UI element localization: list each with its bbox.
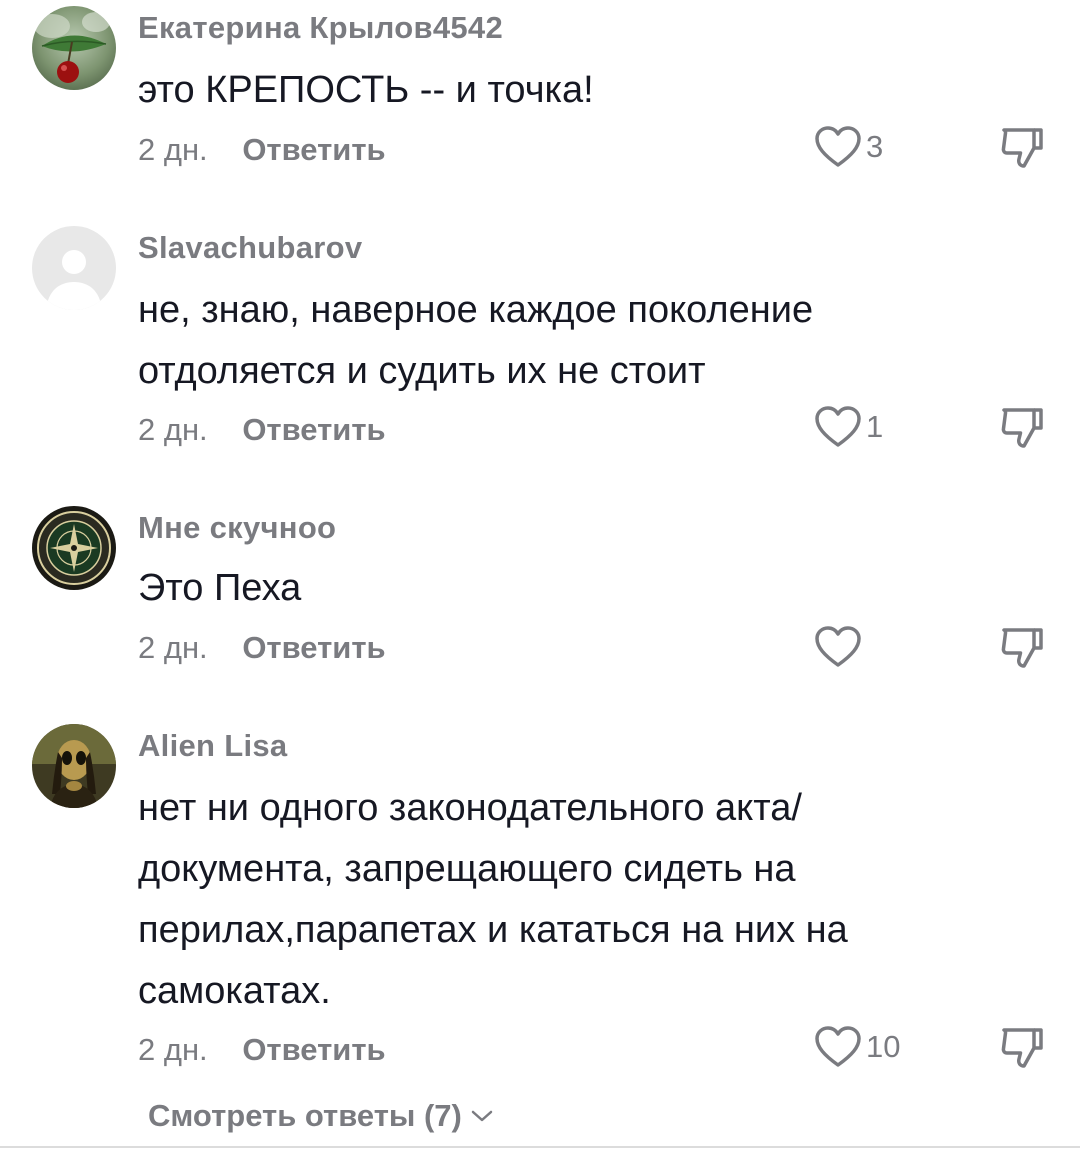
heart-outline-icon: [815, 126, 861, 167]
comment-time: 2 дн.: [138, 132, 208, 167]
like-count: 3: [866, 129, 884, 164]
comment-time: 2 дн.: [138, 630, 208, 665]
comment-meta: 2 дн. Ответить: [138, 1032, 386, 1068]
stone-island-badge-avatar-image: [32, 506, 116, 590]
thumbs-down-icon: [1001, 408, 1043, 448]
comment-username[interactable]: Alien Lisa: [138, 728, 287, 764]
comment-meta: 2 дн. Ответить: [138, 132, 386, 168]
comment-text: не, знаю, наверное каждое поколение отдо…: [138, 289, 814, 392]
heart-outline-icon: [815, 1026, 861, 1067]
comment-meta: 2 дн. Ответить: [138, 630, 386, 666]
comment-text: нет ни одного законодательного акта/ док…: [138, 787, 848, 1012]
like-button[interactable]: 10: [814, 1022, 924, 1072]
reply-button[interactable]: Ответить: [242, 630, 385, 666]
cherry-avatar-image: [32, 6, 116, 90]
avatar[interactable]: [32, 226, 116, 310]
comment-time: 2 дн.: [138, 412, 208, 447]
like-count: 10: [866, 1029, 901, 1064]
dislike-button[interactable]: [998, 124, 1048, 172]
thumbs-down-icon: [1001, 628, 1043, 668]
divider: [0, 1146, 1080, 1148]
dislike-button[interactable]: [998, 1024, 1048, 1072]
heart-outline-icon: [815, 406, 861, 447]
thumbs-down-icon: [1001, 128, 1043, 168]
reply-button[interactable]: Ответить: [242, 132, 385, 168]
like-count: 1: [866, 409, 884, 444]
comment-meta: 2 дн. Ответить: [138, 412, 386, 448]
comment-text: Это Пеха: [138, 567, 302, 609]
avatar[interactable]: [32, 6, 116, 90]
reply-button[interactable]: Ответить: [242, 1032, 385, 1068]
default-avatar-image: [32, 226, 116, 310]
comment-text: это КРЕПОСТЬ -- и точка!: [138, 69, 594, 111]
heart-outline-icon: [815, 626, 861, 667]
comment-username[interactable]: Slavachubarov: [138, 230, 362, 266]
comment-username[interactable]: Мне скучноо: [138, 510, 336, 546]
avatar[interactable]: [32, 724, 116, 808]
comment-username[interactable]: Екатерина Крылов4542: [138, 10, 503, 46]
reply-button[interactable]: Ответить: [242, 412, 385, 448]
like-button[interactable]: 3: [814, 122, 924, 172]
view-replies-button[interactable]: Смотреть ответы (7): [148, 1098, 494, 1134]
alien-mona-lisa-avatar-image: [32, 724, 116, 808]
chevron-down-icon: [471, 1110, 493, 1122]
dislike-button[interactable]: [998, 404, 1048, 452]
like-button[interactable]: [814, 622, 924, 672]
like-button[interactable]: 1: [814, 402, 924, 452]
comment-time: 2 дн.: [138, 1032, 208, 1067]
dislike-button[interactable]: [998, 624, 1048, 672]
view-replies-label: Смотреть ответы (7): [148, 1098, 462, 1133]
avatar[interactable]: [32, 506, 116, 590]
thumbs-down-icon: [1001, 1028, 1043, 1068]
